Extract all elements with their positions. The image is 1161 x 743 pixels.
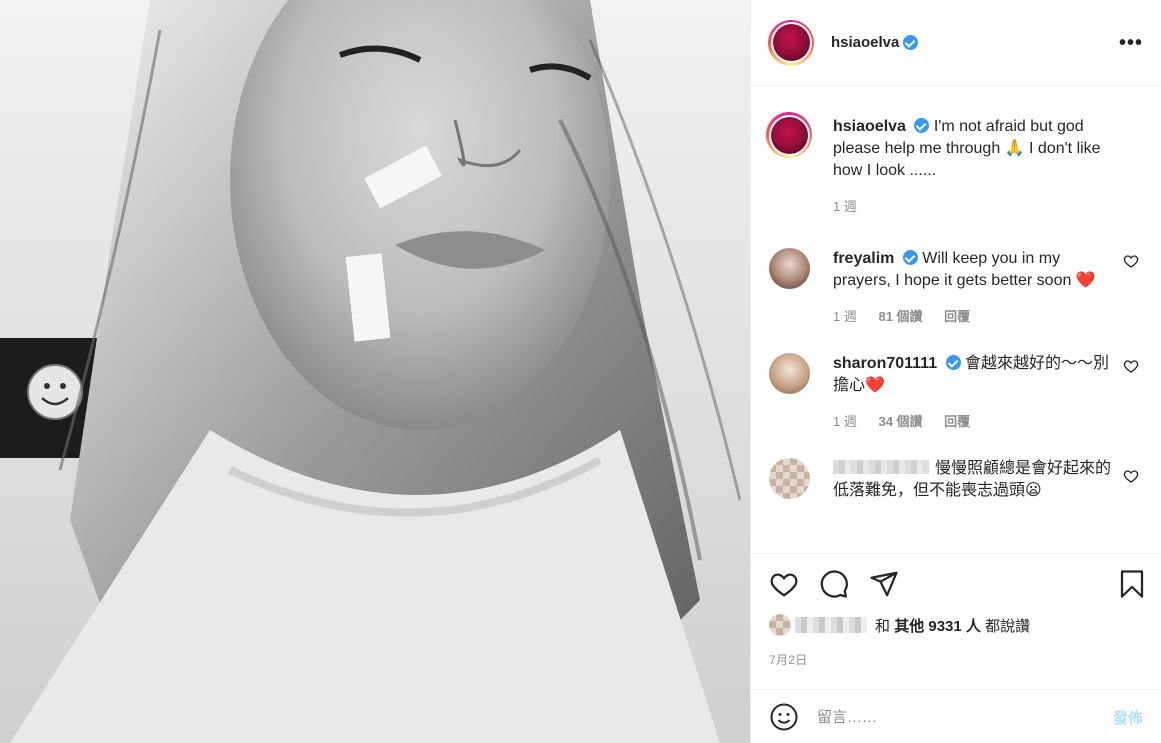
comments-list: hsiaoelva I'm not afraid but god please … (751, 87, 1161, 553)
post-date[interactable]: 7月2日 (769, 651, 808, 668)
heart-icon[interactable] (769, 569, 799, 599)
likes-summary[interactable]: 和 其他 9331 人 都說讚 (769, 614, 1030, 636)
verified-badge-icon (914, 118, 930, 133)
share-icon[interactable] (869, 569, 899, 599)
comment-username[interactable]: sharon701111 (833, 355, 937, 372)
caption-avatar[interactable] (766, 112, 812, 158)
post-actions: 和 其他 9331 人 都說讚 7月2日 發佈 (751, 553, 1161, 743)
bookmark-icon[interactable] (1117, 569, 1147, 599)
emoji-smile-icon[interactable] (769, 702, 799, 732)
verified-badge-icon (903, 35, 919, 50)
comment-item: 慢慢照顧總是會好起來的 低落難免，但不能喪志過頭😦 (751, 430, 1161, 502)
verified-badge-icon (902, 250, 918, 265)
more-dots-icon[interactable]: ••• (1119, 32, 1143, 55)
comment-username-blurred[interactable] (833, 460, 929, 474)
comment-time[interactable]: 1 週 (833, 414, 857, 429)
post-image[interactable] (0, 0, 750, 743)
likes-count[interactable]: 其他 9331 人 (894, 615, 981, 636)
reply-button[interactable]: 回覆 (944, 309, 970, 324)
comment-likes[interactable]: 81 個讚 (878, 309, 922, 324)
caption-time[interactable]: 1 週 (833, 199, 857, 214)
comment-time[interactable]: 1 週 (833, 309, 857, 324)
caption: hsiaoelva I'm not afraid but god please … (751, 87, 1161, 215)
like-comment-heart-icon[interactable] (1123, 468, 1139, 484)
commenter-avatar[interactable] (769, 353, 810, 394)
liker-username-blurred[interactable] (795, 617, 867, 633)
verified-badge-icon (945, 355, 961, 370)
post-comment-button[interactable]: 發佈 (1113, 707, 1143, 728)
liker-avatar (769, 614, 791, 636)
comment-bubble-icon[interactable] (819, 569, 849, 599)
comment-input[interactable] (817, 708, 1113, 726)
likes-suffix: 都說讚 (985, 617, 1031, 635)
reply-button[interactable]: 回覆 (944, 414, 970, 429)
commenter-avatar[interactable] (769, 458, 810, 499)
post-photo-illustration (0, 0, 750, 743)
comment-item: sharon701111 會越來越好的～～別擔心❤️ 1 週 34 個讚 回覆 (751, 325, 1161, 430)
author-avatar[interactable] (768, 19, 814, 66)
likes-prefix: 和 (875, 617, 891, 635)
post-header: hsiaoelva ••• (751, 0, 1161, 86)
like-comment-heart-icon[interactable] (1123, 253, 1139, 269)
post-sidebar: hsiaoelva ••• hsiaoelva I'm not afraid b… (750, 0, 1161, 743)
add-comment-bar: 發佈 (751, 689, 1161, 743)
comment-item: freyalim Will keep you in my prayers, I … (751, 215, 1161, 325)
like-comment-heart-icon[interactable] (1123, 358, 1139, 374)
author-username[interactable]: hsiaoelva (831, 34, 899, 51)
caption-username[interactable]: hsiaoelva (833, 118, 906, 135)
comment-likes[interactable]: 34 個讚 (878, 414, 922, 429)
commenter-avatar[interactable] (769, 248, 810, 289)
comment-username[interactable]: freyalim (833, 250, 894, 267)
